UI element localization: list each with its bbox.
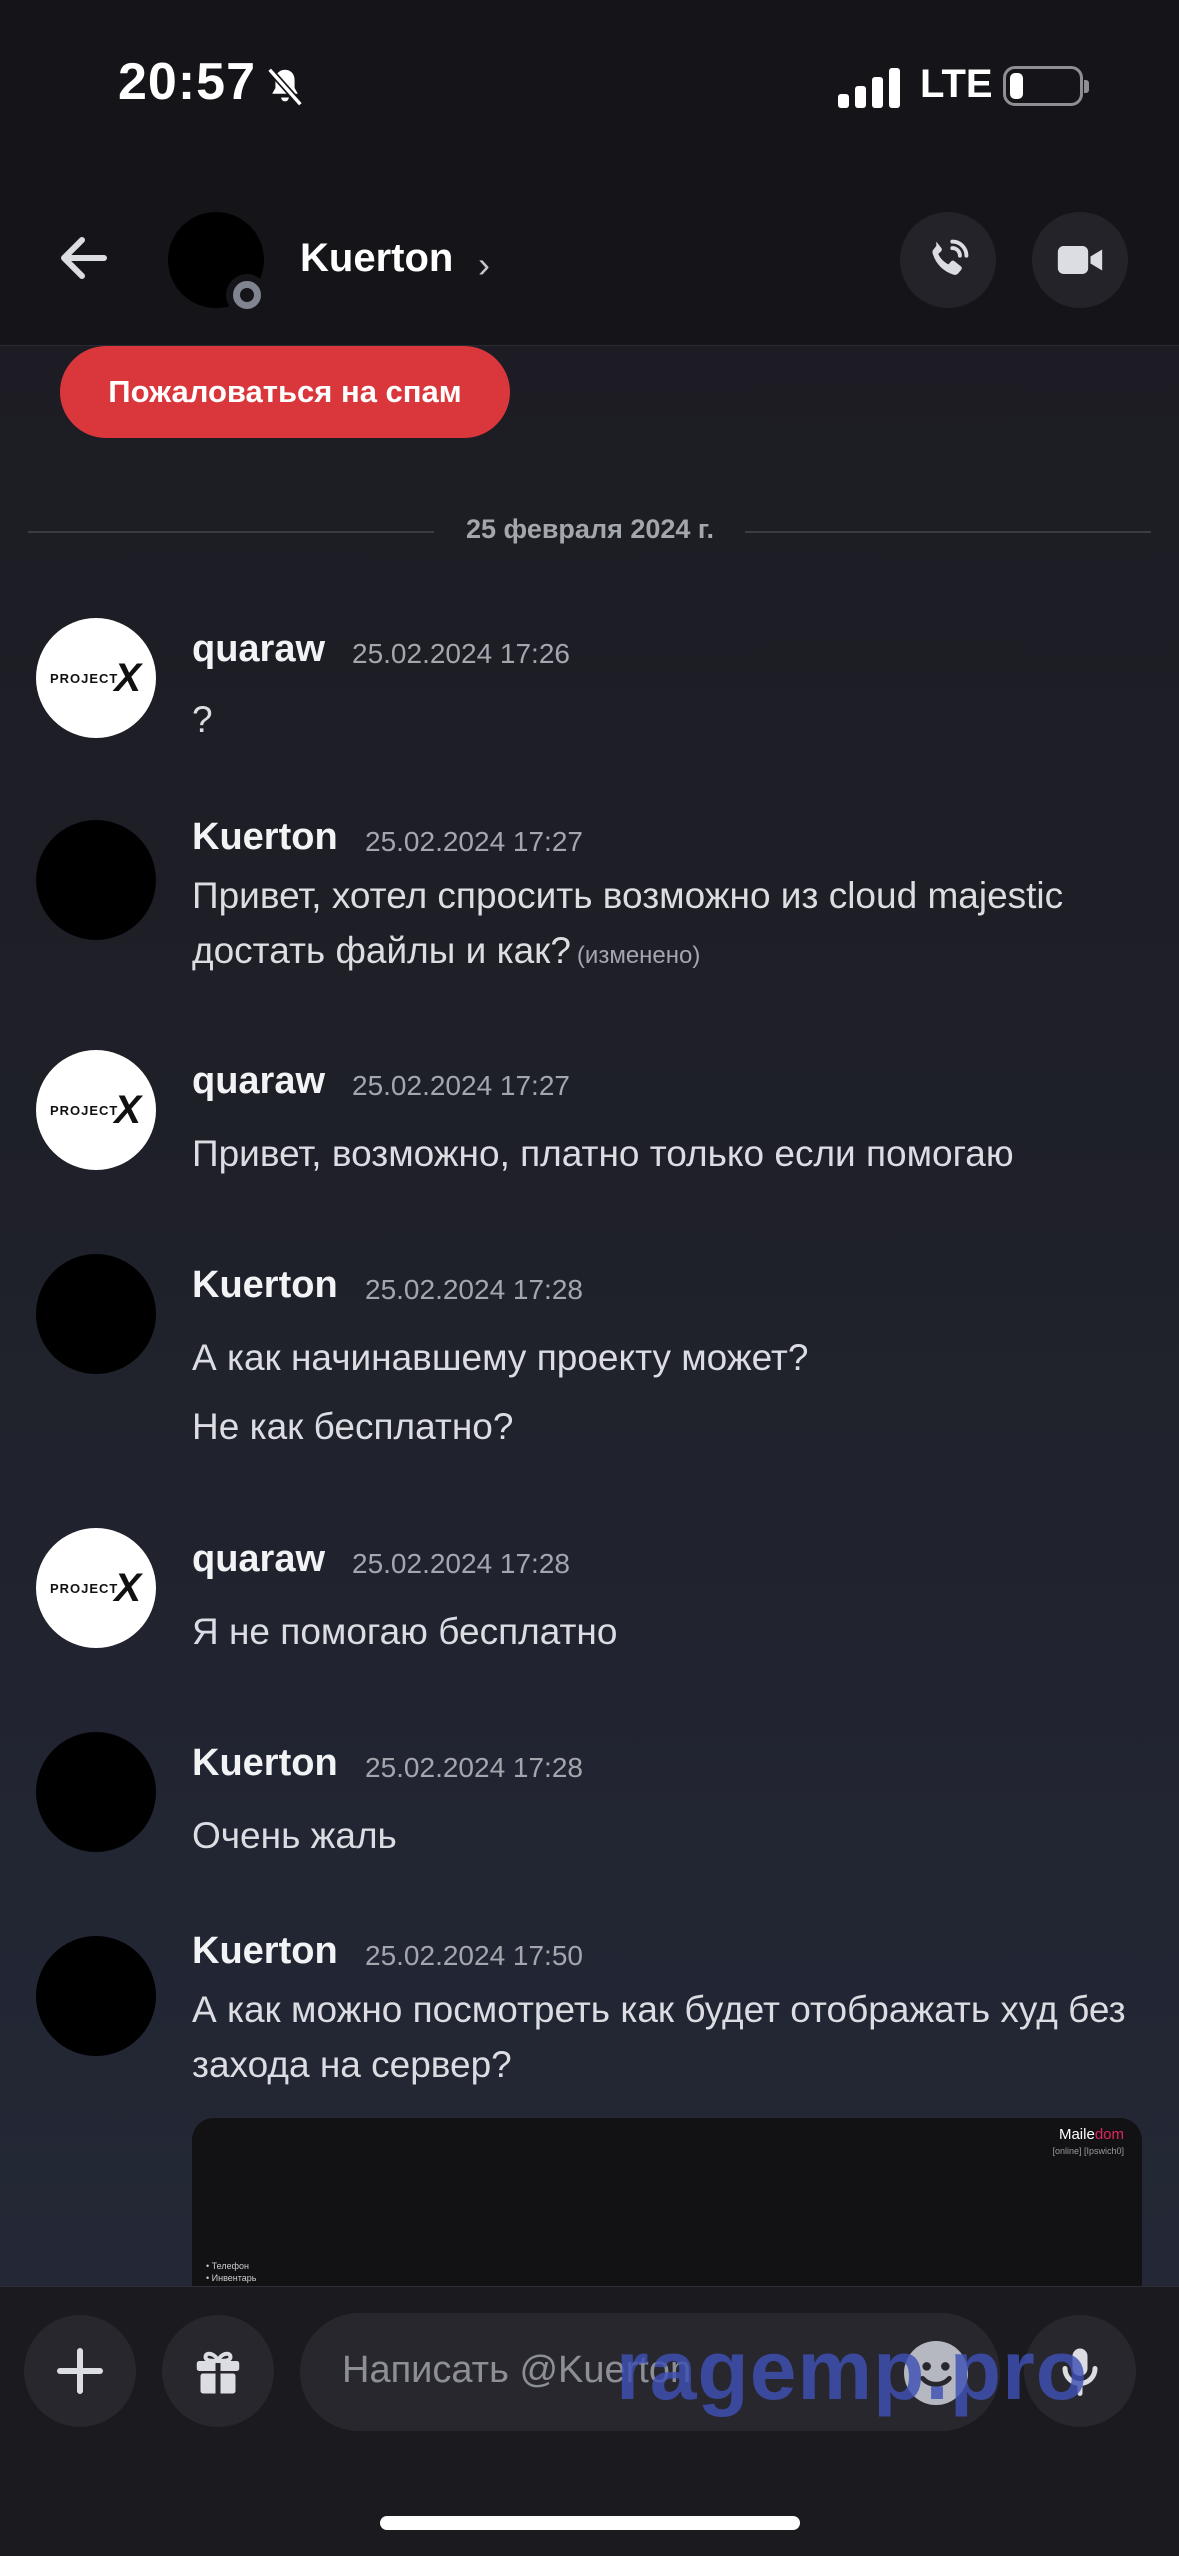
- chat-header: Kuerton ›: [0, 170, 1179, 346]
- message-timestamp: 25.02.2024 17:27: [365, 826, 583, 857]
- message-timestamp: 25.02.2024 17:27: [352, 1070, 570, 1101]
- date-divider-line: [745, 531, 1151, 533]
- project-x-logo: PROJECT X: [49, 1565, 143, 1610]
- message-text[interactable]: А как начинавшему проекту может?: [192, 1330, 1142, 1385]
- video-call-button[interactable]: [1032, 212, 1128, 308]
- message-author[interactable]: Kuerton: [192, 816, 338, 859]
- home-indicator[interactable]: [380, 2516, 800, 2530]
- attachment-brand: Mailedom: [1058, 2126, 1124, 2143]
- message-author[interactable]: Kuerton: [192, 1742, 338, 1785]
- watermark: ragemp.pro: [616, 2323, 1089, 2417]
- edited-label: (изменено): [576, 942, 701, 969]
- battery-icon: [1003, 66, 1089, 106]
- message-author[interactable]: quaraw: [192, 628, 325, 671]
- project-x-logo: PROJECT X: [49, 655, 143, 700]
- battery-fill: [1010, 73, 1023, 99]
- phone-icon: [932, 239, 969, 275]
- attachment-menu: • Телефон • Инвентарь: [206, 2261, 257, 2283]
- bell-slash-icon: [267, 67, 303, 107]
- status-bar: 20:57 LTE: [0, 0, 1179, 170]
- chevron-right-icon[interactable]: ›: [478, 244, 490, 286]
- message-text[interactable]: Привет, хотел спросить возможно из cloud…: [192, 868, 1142, 983]
- message-timestamp: 25.02.2024 17:50: [365, 1940, 583, 1971]
- message-avatar[interactable]: PROJECT X: [36, 1528, 156, 1648]
- date-divider-line: [28, 531, 434, 533]
- message-author[interactable]: quaraw: [192, 1060, 325, 1103]
- back-arrow-icon[interactable]: [52, 226, 116, 290]
- signal-icon: [838, 66, 900, 108]
- message-avatar[interactable]: [36, 1254, 156, 1374]
- message-author[interactable]: Kuerton: [192, 1264, 338, 1307]
- message-timestamp: 25.02.2024 17:28: [365, 1274, 583, 1305]
- report-spam-button[interactable]: Пожаловаться на спам: [60, 346, 510, 438]
- message-timestamp: 25.02.2024 17:26: [352, 638, 570, 669]
- gift-icon: [196, 2351, 240, 2394]
- message-timestamp: 25.02.2024 17:28: [365, 1752, 583, 1783]
- message-text[interactable]: Привет, возможно, платно только если пом…: [192, 1126, 1142, 1181]
- image-attachment[interactable]: Mailedom [online] [Ipswich0] • Телефон •…: [192, 2118, 1142, 2286]
- status-time: 20:57: [118, 53, 256, 111]
- message-avatar[interactable]: PROJECT X: [36, 1050, 156, 1170]
- voice-call-button[interactable]: [900, 212, 996, 308]
- gift-button[interactable]: [162, 2315, 274, 2427]
- message-author[interactable]: Kuerton: [192, 1930, 338, 1973]
- attach-button[interactable]: [24, 2315, 136, 2427]
- message-avatar[interactable]: [36, 1732, 156, 1852]
- video-camera-icon: [1057, 246, 1103, 274]
- attachment-subtitle: [online] [Ipswich0]: [1052, 2146, 1124, 2156]
- network-type: LTE: [920, 62, 993, 106]
- project-x-logo: PROJECT X: [49, 1087, 143, 1132]
- offline-status-icon: [226, 274, 268, 316]
- plus-icon: [57, 2348, 103, 2394]
- message-text[interactable]: Очень жаль: [192, 1808, 1142, 1863]
- message-author[interactable]: quaraw: [192, 1538, 325, 1581]
- date-divider: 25 февраля 2024 г.: [466, 514, 714, 544]
- message-text[interactable]: ?: [192, 692, 1142, 747]
- message-timestamp: 25.02.2024 17:28: [352, 1548, 570, 1579]
- message-text[interactable]: А как можно посмотреть как будет отображ…: [192, 1982, 1142, 2092]
- message-avatar[interactable]: [36, 820, 156, 940]
- message-avatar[interactable]: PROJECT X: [36, 618, 156, 738]
- message-text[interactable]: Не как бесплатно?: [192, 1399, 1142, 1454]
- contact-name[interactable]: Kuerton: [300, 236, 453, 281]
- message-avatar[interactable]: [36, 1936, 156, 2056]
- message-text[interactable]: Я не помогаю бесплатно: [192, 1604, 1142, 1659]
